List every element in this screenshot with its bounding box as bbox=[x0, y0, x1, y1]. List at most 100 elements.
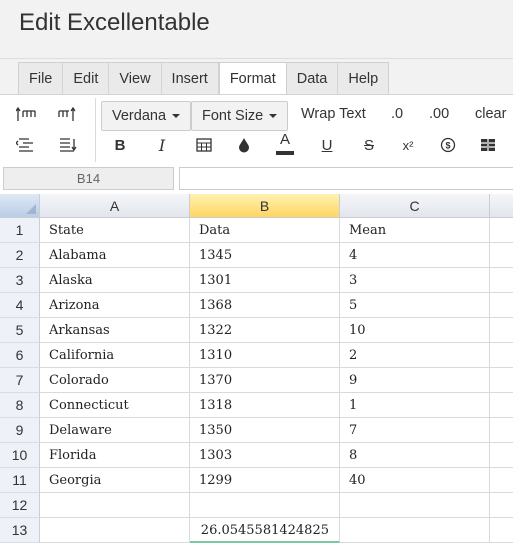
cell-b[interactable]: Data bbox=[190, 218, 340, 243]
cell-d[interactable] bbox=[490, 468, 513, 493]
cell-a[interactable]: California bbox=[40, 343, 190, 368]
cell-c[interactable]: Mean bbox=[340, 218, 490, 243]
cell-a[interactable]: Delaware bbox=[40, 418, 190, 443]
cell-c[interactable]: 8 bbox=[340, 443, 490, 468]
menu-insert[interactable]: Insert bbox=[162, 63, 219, 95]
cell-c[interactable] bbox=[340, 493, 490, 518]
insert-row-above-icon[interactable] bbox=[14, 104, 38, 126]
menu-view[interactable]: View bbox=[109, 63, 162, 95]
cell-b[interactable]: 1370 bbox=[190, 368, 340, 393]
row-header[interactable]: 8 bbox=[0, 393, 40, 418]
row-header[interactable]: 9 bbox=[0, 418, 40, 443]
delete-row-icon[interactable] bbox=[14, 134, 38, 156]
formula-input[interactable] bbox=[179, 167, 513, 190]
cell-b[interactable]: 1301 bbox=[190, 268, 340, 293]
column-header-d[interactable] bbox=[490, 194, 513, 218]
cell-b[interactable]: 1345 bbox=[190, 243, 340, 268]
cell-c[interactable]: 40 bbox=[340, 468, 490, 493]
row-header[interactable]: 7 bbox=[0, 368, 40, 393]
cell-c[interactable] bbox=[340, 518, 490, 543]
font-family-dropdown[interactable]: Verdana bbox=[101, 101, 192, 131]
cell-b[interactable]: 1310 bbox=[190, 343, 340, 368]
cell-a[interactable]: Arkansas bbox=[40, 318, 190, 343]
cell-c[interactable]: 1 bbox=[340, 393, 490, 418]
underline-button[interactable]: U bbox=[315, 134, 339, 156]
cell-b[interactable]: 1303 bbox=[190, 443, 340, 468]
row-header[interactable]: 10 bbox=[0, 443, 40, 468]
cell-b[interactable]: 26.0545581424825 bbox=[190, 518, 340, 543]
cell-a[interactable]: Alaska bbox=[40, 268, 190, 293]
cell-a[interactable] bbox=[40, 493, 190, 518]
insert-column-icon[interactable] bbox=[56, 104, 80, 126]
font-size-dropdown[interactable]: Font Size bbox=[191, 101, 289, 131]
cell-b[interactable]: 1299 bbox=[190, 468, 340, 493]
row-header[interactable]: 6 bbox=[0, 343, 40, 368]
bold-button[interactable]: B bbox=[108, 134, 132, 156]
borders-icon[interactable] bbox=[192, 134, 216, 156]
currency-icon[interactable]: $ bbox=[436, 134, 460, 156]
cell-c[interactable]: 3 bbox=[340, 268, 490, 293]
superscript-button[interactable]: x² bbox=[396, 134, 420, 156]
cell-b[interactable]: 1322 bbox=[190, 318, 340, 343]
merge-cells-icon[interactable] bbox=[476, 134, 500, 156]
wrap-text-button[interactable]: Wrap Text bbox=[301, 106, 366, 122]
row-header[interactable]: 4 bbox=[0, 293, 40, 318]
cell-a[interactable]: Georgia bbox=[40, 468, 190, 493]
menu-edit[interactable]: Edit bbox=[63, 63, 110, 95]
cell-d[interactable] bbox=[490, 343, 513, 368]
menu-format[interactable]: Format bbox=[218, 63, 287, 96]
cell-b[interactable]: 1368 bbox=[190, 293, 340, 318]
cell-c[interactable]: 5 bbox=[340, 293, 490, 318]
select-all-corner[interactable] bbox=[0, 194, 40, 218]
strikethrough-button[interactable]: S bbox=[357, 134, 381, 156]
cell-d[interactable] bbox=[490, 218, 513, 243]
row-header[interactable]: 1 bbox=[0, 218, 40, 243]
column-header-a[interactable]: A bbox=[40, 194, 190, 218]
column-header-b[interactable]: B bbox=[190, 194, 340, 218]
cell-d[interactable] bbox=[490, 443, 513, 468]
cell-b[interactable]: 1318 bbox=[190, 393, 340, 418]
cell-d[interactable] bbox=[490, 243, 513, 268]
row-header[interactable]: 3 bbox=[0, 268, 40, 293]
cell-d[interactable] bbox=[490, 318, 513, 343]
cell-d[interactable] bbox=[490, 293, 513, 318]
cell-d[interactable] bbox=[490, 268, 513, 293]
cell-a[interactable]: Florida bbox=[40, 443, 190, 468]
column-header-c[interactable]: C bbox=[340, 194, 490, 218]
cell-a[interactable]: Arizona bbox=[40, 293, 190, 318]
increase-decimals-button[interactable]: .00 bbox=[429, 106, 449, 122]
cell-a[interactable]: Connecticut bbox=[40, 393, 190, 418]
menu-help[interactable]: Help bbox=[338, 63, 388, 95]
decrease-decimals-button[interactable]: .0 bbox=[391, 106, 403, 122]
menu-file[interactable]: File bbox=[19, 63, 64, 95]
cell-c[interactable]: 4 bbox=[340, 243, 490, 268]
spreadsheet-grid: A B C 1 State Data Mean 2 Alabama 1345 4 3 Alaska… bbox=[0, 194, 513, 544]
cell-a[interactable]: Colorado bbox=[40, 368, 190, 393]
clear-button[interactable]: clear bbox=[475, 106, 506, 122]
cell-d[interactable] bbox=[490, 418, 513, 443]
row-header[interactable]: 5 bbox=[0, 318, 40, 343]
menu-data[interactable]: Data bbox=[287, 63, 339, 95]
cell-a[interactable] bbox=[40, 518, 190, 543]
row-header[interactable]: 12 bbox=[0, 493, 40, 518]
cell-c[interactable]: 7 bbox=[340, 418, 490, 443]
row-header[interactable]: 13 bbox=[0, 518, 40, 543]
row-header[interactable]: 11 bbox=[0, 468, 40, 493]
cell-d[interactable] bbox=[490, 393, 513, 418]
delete-column-icon[interactable] bbox=[56, 134, 80, 156]
cell-c[interactable]: 9 bbox=[340, 368, 490, 393]
cell-d[interactable] bbox=[490, 518, 513, 543]
text-color-button[interactable]: A bbox=[273, 130, 297, 156]
cell-b[interactable]: 1350 bbox=[190, 418, 340, 443]
fill-color-icon[interactable] bbox=[232, 134, 256, 156]
cell-c[interactable]: 2 bbox=[340, 343, 490, 368]
cell-name-box[interactable]: B14 bbox=[3, 167, 174, 190]
cell-c[interactable]: 10 bbox=[340, 318, 490, 343]
cell-d[interactable] bbox=[490, 493, 513, 518]
cell-a[interactable]: State bbox=[40, 218, 190, 243]
cell-a[interactable]: Alabama bbox=[40, 243, 190, 268]
cell-d[interactable] bbox=[490, 368, 513, 393]
cell-b[interactable] bbox=[190, 493, 340, 518]
row-header[interactable]: 2 bbox=[0, 243, 40, 268]
italic-button[interactable]: I bbox=[150, 134, 174, 156]
